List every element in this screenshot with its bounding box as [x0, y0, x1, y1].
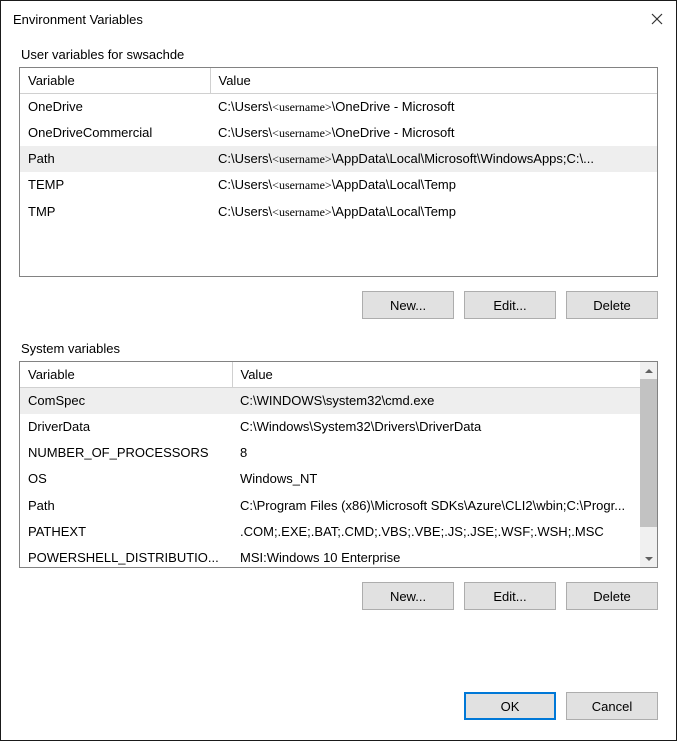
variable-value-cell: C:\Users\<username>\OneDrive - Microsoft — [210, 120, 657, 146]
username-placeholder: <username> — [272, 152, 332, 166]
username-placeholder: <username> — [272, 205, 332, 219]
chevron-down-icon — [645, 555, 653, 563]
variable-name-cell: OS — [20, 466, 232, 492]
ok-button[interactable]: OK — [464, 692, 556, 720]
dialog-body: User variables for swsachde Variable Val… — [1, 37, 676, 692]
variable-value-cell: C:\Program Files (x86)\Microsoft SDKs\Az… — [232, 493, 640, 519]
column-header-variable[interactable]: Variable — [20, 362, 232, 388]
variable-value-cell: C:\Users\<username>\AppData\Local\Temp — [210, 199, 657, 225]
user-new-button[interactable]: New... — [362, 291, 454, 319]
variable-name-cell: TMP — [20, 199, 210, 225]
table-row[interactable]: PathC:\Program Files (x86)\Microsoft SDK… — [20, 493, 640, 519]
variable-name-cell: Path — [20, 493, 232, 519]
table-row[interactable]: DriverDataC:\Windows\System32\Drivers\Dr… — [20, 414, 640, 440]
system-delete-button[interactable]: Delete — [566, 582, 658, 610]
variable-name-cell: PATHEXT — [20, 519, 232, 545]
variable-value-cell: C:\Users\<username>\AppData\Local\Micros… — [210, 146, 657, 172]
system-variables-label: System variables — [21, 341, 124, 356]
column-header-value[interactable]: Value — [232, 362, 640, 388]
dialog-title: Environment Variables — [13, 12, 143, 27]
variable-value-cell: Windows_NT — [232, 466, 640, 492]
table-row[interactable]: ComSpecC:\WINDOWS\system32\cmd.exe — [20, 388, 640, 415]
table-row[interactable]: TEMPC:\Users\<username>\AppData\Local\Te… — [20, 172, 657, 198]
variable-value-cell: .COM;.EXE;.BAT;.CMD;.VBS;.VBE;.JS;.JSE;.… — [232, 519, 640, 545]
system-list-scrollbar[interactable] — [640, 362, 657, 567]
variable-name-cell: NUMBER_OF_PROCESSORS — [20, 440, 232, 466]
user-edit-button[interactable]: Edit... — [464, 291, 556, 319]
dialog-footer: OK Cancel — [1, 692, 676, 740]
table-row[interactable]: POWERSHELL_DISTRIBUTIO...MSI:Windows 10 … — [20, 545, 640, 567]
system-variables-button-row: New... Edit... Delete — [19, 582, 658, 610]
system-edit-button[interactable]: Edit... — [464, 582, 556, 610]
variable-name-cell: DriverData — [20, 414, 232, 440]
user-variables-list-inner: Variable Value OneDriveC:\Users\<usernam… — [20, 68, 657, 276]
variable-name-cell: Path — [20, 146, 210, 172]
table-row[interactable]: NUMBER_OF_PROCESSORS8 — [20, 440, 640, 466]
variable-value-cell: C:\WINDOWS\system32\cmd.exe — [232, 388, 640, 415]
scroll-down-button[interactable] — [640, 550, 657, 567]
table-row[interactable]: PathC:\Users\<username>\AppData\Local\Mi… — [20, 146, 657, 172]
cancel-button[interactable]: Cancel — [566, 692, 658, 720]
variable-value-cell: C:\Users\<username>\AppData\Local\Temp — [210, 172, 657, 198]
user-variables-button-row: New... Edit... Delete — [19, 291, 658, 319]
system-variables-list[interactable]: Variable Value ComSpecC:\WINDOWS\system3… — [19, 361, 658, 568]
username-placeholder: <username> — [272, 100, 332, 114]
close-button[interactable] — [650, 12, 664, 26]
variable-name-cell: OneDrive — [20, 94, 210, 121]
user-variables-list[interactable]: Variable Value OneDriveC:\Users\<usernam… — [19, 67, 658, 277]
table-row[interactable]: TMPC:\Users\<username>\AppData\Local\Tem… — [20, 199, 657, 225]
variable-value-cell: C:\Windows\System32\Drivers\DriverData — [232, 414, 640, 440]
scroll-track[interactable] — [640, 527, 657, 550]
column-header-value[interactable]: Value — [210, 68, 657, 94]
variable-value-cell: MSI:Windows 10 Enterprise — [232, 545, 640, 567]
system-variables-group: System variables Variable Value ComSpecC… — [19, 351, 658, 610]
table-row[interactable]: OneDriveCommercialC:\Users\<username>\On… — [20, 120, 657, 146]
system-new-button[interactable]: New... — [362, 582, 454, 610]
table-row[interactable]: OSWindows_NT — [20, 466, 640, 492]
scroll-thumb[interactable] — [640, 379, 657, 527]
variable-value-cell: C:\Users\<username>\OneDrive - Microsoft — [210, 94, 657, 121]
system-variables-list-inner: Variable Value ComSpecC:\WINDOWS\system3… — [20, 362, 640, 567]
variable-name-cell: OneDriveCommercial — [20, 120, 210, 146]
username-placeholder: <username> — [272, 178, 332, 192]
close-icon — [651, 13, 663, 25]
chevron-up-icon — [645, 367, 653, 375]
table-row[interactable]: OneDriveC:\Users\<username>\OneDrive - M… — [20, 94, 657, 121]
variable-name-cell: ComSpec — [20, 388, 232, 415]
variable-name-cell: TEMP — [20, 172, 210, 198]
username-placeholder: <username> — [272, 126, 332, 140]
user-variables-group: User variables for swsachde Variable Val… — [19, 57, 658, 319]
titlebar: Environment Variables — [1, 1, 676, 37]
environment-variables-dialog: Environment Variables User variables for… — [0, 0, 677, 741]
user-variables-label: User variables for swsachde — [21, 47, 188, 62]
variable-value-cell: 8 — [232, 440, 640, 466]
variable-name-cell: POWERSHELL_DISTRIBUTIO... — [20, 545, 232, 567]
user-delete-button[interactable]: Delete — [566, 291, 658, 319]
scroll-up-button[interactable] — [640, 362, 657, 379]
column-header-variable[interactable]: Variable — [20, 68, 210, 94]
table-row[interactable]: PATHEXT.COM;.EXE;.BAT;.CMD;.VBS;.VBE;.JS… — [20, 519, 640, 545]
